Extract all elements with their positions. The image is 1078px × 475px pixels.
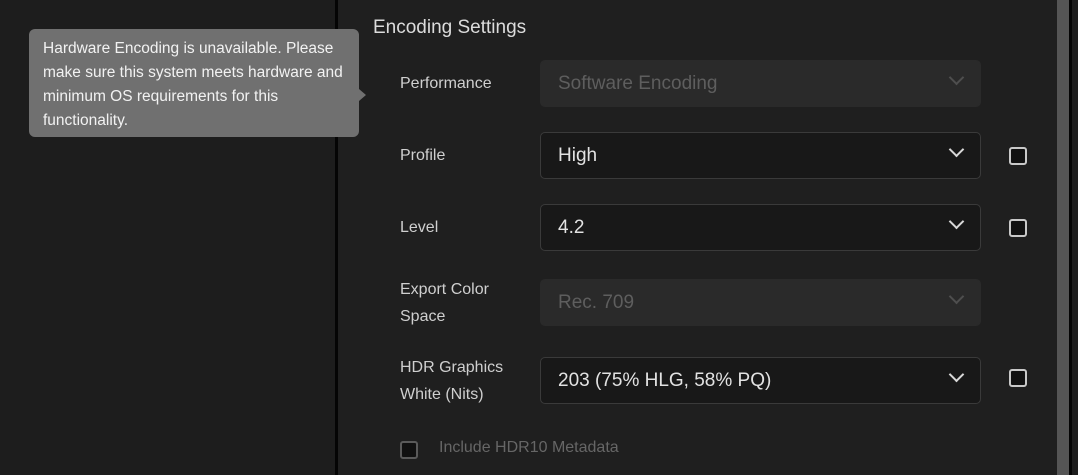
hdr-white-value: 203 (75% HLG, 58% PQ) [558, 370, 772, 391]
chevron-down-icon [948, 69, 965, 86]
hdr-white-label-line1: HDR Graphics [400, 359, 504, 376]
chevron-down-icon [948, 366, 965, 383]
level-checkbox[interactable] [1009, 219, 1027, 237]
profile-checkbox[interactable] [1009, 147, 1027, 165]
performance-value: Software Encoding [558, 73, 718, 94]
tooltip-arrow [359, 89, 366, 101]
profile-label: Profile [400, 147, 446, 164]
hdr10-checkbox[interactable] [400, 441, 418, 459]
color-space-label-line1: Export Color [400, 281, 489, 298]
level-dropdown[interactable]: 4.2 [540, 204, 981, 251]
performance-dropdown: Software Encoding [540, 60, 981, 107]
color-space-dropdown: Rec. 709 [540, 279, 981, 326]
profile-value: High [558, 145, 598, 166]
level-value: 4.2 [558, 217, 585, 238]
hdr-white-label-line2: White (Nits) [400, 386, 484, 403]
right-edge [1072, 0, 1078, 475]
hdr-white-checkbox[interactable] [1009, 369, 1027, 387]
color-space-label-line2: Space [400, 308, 446, 325]
scrollbar[interactable] [1057, 0, 1069, 475]
profile-dropdown[interactable]: High [540, 132, 981, 179]
hdr10-label: Include HDR10 Metadata [439, 439, 619, 456]
performance-label: Performance [400, 75, 492, 92]
hdr-white-label: HDR Graphics White (Nits) [400, 354, 503, 408]
chevron-down-icon [948, 213, 965, 230]
hdr-white-dropdown[interactable]: 203 (75% HLG, 58% PQ) [540, 357, 981, 404]
hardware-encoding-tooltip: Hardware Encoding is unavailable. Please… [29, 29, 359, 137]
section-title: Encoding Settings [373, 17, 527, 38]
chevron-down-icon [948, 141, 965, 158]
color-space-value: Rec. 709 [558, 292, 635, 313]
color-space-label: Export Color Space [400, 276, 489, 330]
chevron-down-icon [948, 288, 965, 305]
level-label: Level [400, 219, 439, 236]
